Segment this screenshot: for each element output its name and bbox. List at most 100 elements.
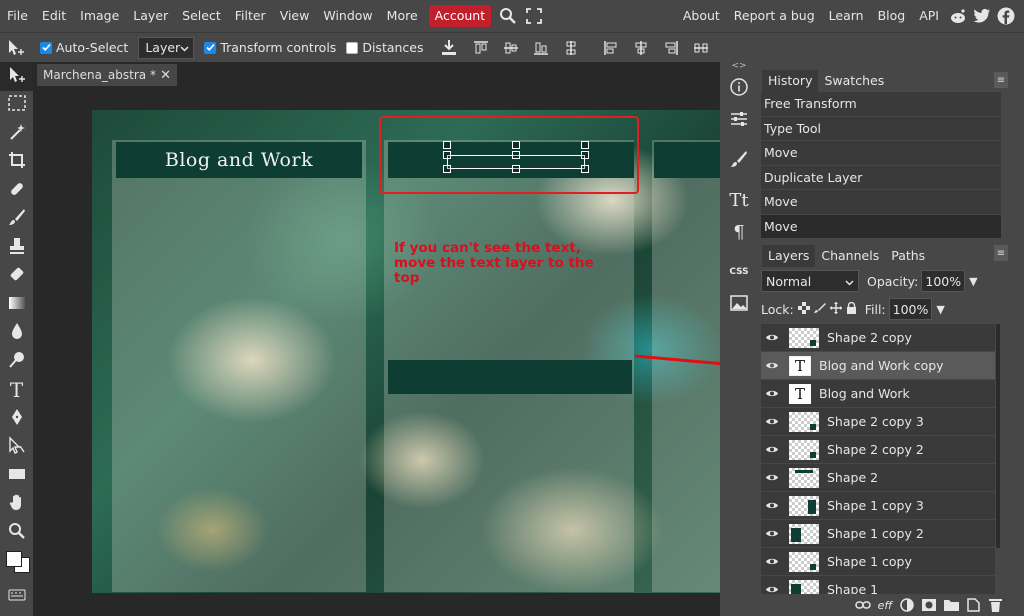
lock-pixels-icon[interactable]: [813, 302, 826, 317]
visibility-eye-icon[interactable]: [761, 585, 783, 594]
crop-tool[interactable]: [0, 148, 33, 177]
layer-row[interactable]: Shape 1 copy 3: [761, 492, 995, 520]
visibility-eye-icon[interactable]: [761, 445, 783, 454]
menu-blog[interactable]: Blog: [871, 0, 913, 32]
transform-handle[interactable]: [581, 141, 589, 149]
transform-handle[interactable]: [581, 165, 589, 173]
layer-row[interactable]: Shape 2: [761, 464, 995, 492]
foreground-color-swatch[interactable]: [6, 550, 22, 567]
clone-stamp-tool[interactable]: [0, 233, 33, 262]
visibility-eye-icon[interactable]: [761, 501, 783, 510]
shape-tool[interactable]: [0, 461, 33, 490]
visibility-eye-icon[interactable]: [761, 529, 783, 538]
css-panel-button[interactable]: CSS: [720, 256, 758, 288]
layer-row[interactable]: Shape 1 copy: [761, 548, 995, 576]
new-layer-icon[interactable]: [964, 596, 982, 614]
tab-history[interactable]: History: [762, 70, 819, 92]
menu-edit[interactable]: Edit: [35, 0, 73, 32]
account-button[interactable]: Account: [428, 5, 492, 27]
visibility-eye-icon[interactable]: [761, 417, 783, 426]
dodge-tool[interactable]: [0, 347, 33, 376]
character-panel-button[interactable]: Tt: [720, 184, 758, 216]
lock-position-icon[interactable]: [829, 301, 842, 317]
keyboard-tool[interactable]: [0, 583, 33, 612]
visibility-eye-icon[interactable]: [761, 473, 783, 482]
layer-row[interactable]: Shape 2 copy 3: [761, 408, 995, 436]
menu-file[interactable]: File: [0, 0, 35, 32]
lock-all-icon[interactable]: [846, 301, 857, 317]
collapse-icon[interactable]: <>: [720, 62, 758, 72]
zoom-tool[interactable]: [0, 518, 33, 547]
tab-layers[interactable]: Layers: [762, 245, 816, 267]
visibility-eye-icon[interactable]: [761, 361, 783, 370]
image-panel-button[interactable]: [720, 288, 758, 320]
menu-layer[interactable]: Layer: [126, 0, 175, 32]
paragraph-panel-button[interactable]: ¶: [720, 216, 758, 248]
layer-row[interactable]: Shape 1: [761, 576, 995, 594]
path-select-tool[interactable]: [0, 433, 33, 462]
gradient-tool[interactable]: [0, 290, 33, 319]
history-item[interactable]: Type Tool: [761, 117, 1001, 141]
layer-select-dropdown[interactable]: Layer: [138, 36, 195, 59]
align-vcenter-icon[interactable]: [500, 37, 522, 59]
layer-row[interactable]: T Blog and Work copy: [761, 352, 995, 380]
menu-api[interactable]: API: [912, 0, 946, 32]
transform-handle[interactable]: [443, 141, 451, 149]
new-folder-icon[interactable]: [942, 596, 960, 614]
adjustments-panel-button[interactable]: [720, 104, 758, 136]
layers-scrollbar[interactable]: [996, 324, 1000, 548]
twitter-icon[interactable]: [972, 0, 992, 32]
color-swatches[interactable]: [0, 547, 33, 583]
opacity-input[interactable]: 100%: [921, 270, 966, 292]
align-bottom-icon[interactable]: [530, 37, 552, 59]
reddit-icon[interactable]: [948, 0, 968, 32]
menu-report-bug[interactable]: Report a bug: [727, 0, 822, 32]
facebook-icon[interactable]: [996, 0, 1016, 32]
brush-panel-button[interactable]: [720, 144, 758, 176]
magic-wand-tool[interactable]: [0, 119, 33, 148]
visibility-eye-icon[interactable]: [761, 333, 783, 342]
transform-handle[interactable]: [512, 151, 520, 159]
menu-learn[interactable]: Learn: [822, 0, 871, 32]
history-item[interactable]: Free Transform: [761, 92, 1001, 117]
menu-image[interactable]: Image: [73, 0, 126, 32]
visibility-eye-icon[interactable]: [761, 389, 783, 398]
blend-mode-dropdown[interactable]: Normal: [761, 270, 859, 292]
tab-swatches[interactable]: Swatches: [818, 70, 890, 92]
layer-row[interactable]: T Blog and Work: [761, 380, 995, 408]
layer-row[interactable]: Shape 2 copy: [761, 324, 995, 352]
menu-view[interactable]: View: [273, 0, 317, 32]
menu-more[interactable]: More: [380, 0, 425, 32]
move-tool[interactable]: [0, 62, 33, 91]
tab-paths[interactable]: Paths: [885, 245, 931, 267]
transform-handle[interactable]: [443, 151, 451, 159]
tab-channels[interactable]: Channels: [815, 245, 885, 267]
align-right-icon[interactable]: [660, 37, 682, 59]
distances-checkbox[interactable]: Distances: [346, 40, 424, 55]
hand-tool[interactable]: [0, 490, 33, 519]
history-item[interactable]: Move: [761, 214, 1001, 239]
layers-menu-icon[interactable]: ≡: [994, 245, 1008, 261]
pen-tool[interactable]: [0, 404, 33, 433]
fullscreen-icon[interactable]: [521, 0, 547, 32]
healing-tool[interactable]: [0, 176, 33, 205]
adjustment-layer-icon[interactable]: [898, 596, 916, 614]
marquee-tool[interactable]: [0, 91, 33, 120]
history-item[interactable]: Duplicate Layer: [761, 166, 1001, 190]
menu-window[interactable]: Window: [316, 0, 379, 32]
transform-handle[interactable]: [581, 151, 589, 159]
lock-transparency-icon[interactable]: [797, 301, 810, 317]
search-icon[interactable]: [495, 0, 521, 32]
trash-icon[interactable]: [986, 596, 1004, 614]
history-item[interactable]: Move: [761, 141, 1001, 166]
transform-controls-checkbox[interactable]: Transform controls: [204, 40, 336, 55]
type-tool[interactable]: T: [0, 376, 33, 405]
info-panel-button[interactable]: [720, 72, 758, 104]
fill-input[interactable]: 100%: [888, 298, 933, 320]
brush-tool[interactable]: [0, 205, 33, 234]
visibility-eye-icon[interactable]: [761, 557, 783, 566]
history-menu-icon[interactable]: ≡: [994, 72, 1008, 88]
history-item[interactable]: Move: [761, 190, 1001, 215]
transform-handle[interactable]: [512, 141, 520, 149]
align-top-icon[interactable]: [470, 37, 492, 59]
